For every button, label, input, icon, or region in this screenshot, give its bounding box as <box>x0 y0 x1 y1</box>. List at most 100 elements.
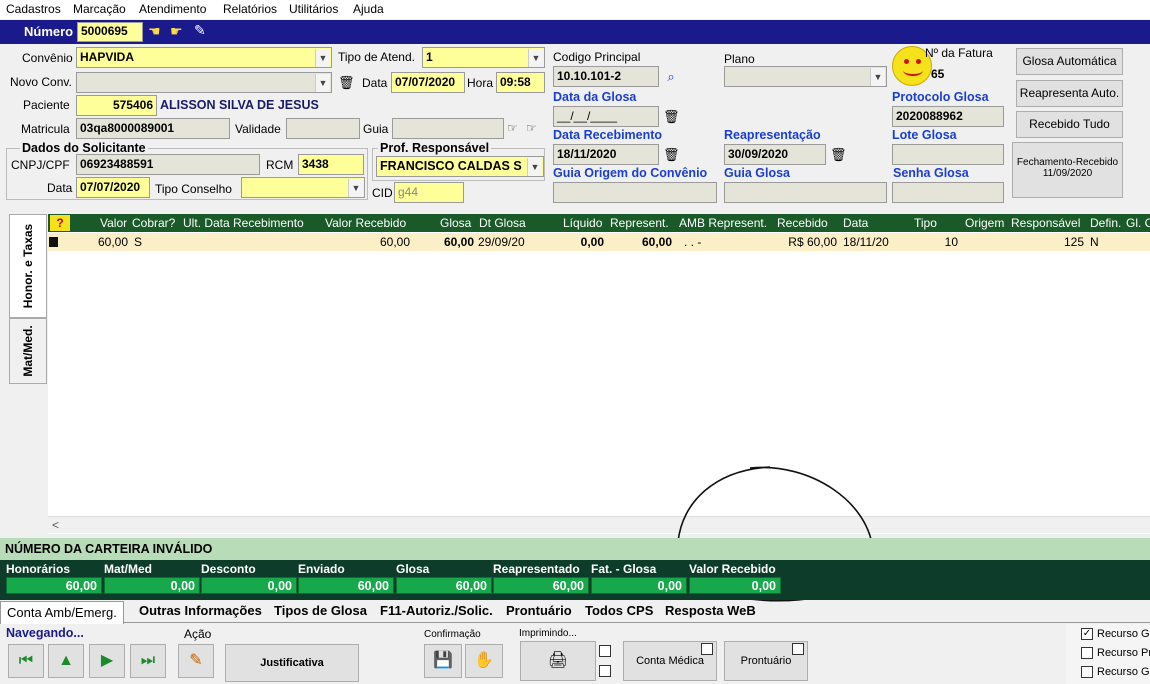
recurso-checkbox-1[interactable]: ✓ <box>1081 628 1093 640</box>
codigo-input[interactable]: 10.10.101-2 <box>553 66 659 87</box>
guia-origem-input[interactable] <box>553 182 717 203</box>
col-valor-recebido[interactable]: Valor Recebido <box>325 216 406 230</box>
col-amb-represent[interactable]: AMB Represent. <box>679 216 767 230</box>
paciente-id-input[interactable]: 575406 <box>76 95 157 116</box>
tab-conta-amb[interactable]: Conta Amb/Emerg. <box>0 601 124 624</box>
conta-medica-checkbox[interactable] <box>701 643 713 655</box>
save-icon[interactable]: 💾 <box>424 644 462 678</box>
menu-ajuda[interactable]: Ajuda <box>353 2 384 16</box>
recurso-checkbox-2[interactable] <box>1081 647 1093 659</box>
tipo-atend-select[interactable]: 1 ▼ <box>422 47 545 68</box>
tab-prontuario[interactable]: Prontuário <box>506 603 572 618</box>
chevron-down-icon[interactable]: ▼ <box>527 158 542 176</box>
cnpj-input[interactable]: 06923488591 <box>76 154 260 175</box>
tipo-conselho-select[interactable]: ▼ <box>241 177 365 198</box>
tab-mat-med[interactable]: Mat/Med. <box>9 318 47 384</box>
chevron-down-icon[interactable]: ▼ <box>348 179 363 197</box>
rcm-input[interactable]: 3438 <box>298 154 364 175</box>
chevron-down-icon[interactable]: ▼ <box>870 68 885 86</box>
previous-record-button[interactable]: ▲ <box>48 644 84 678</box>
data-glosa-input[interactable]: __/__/____ <box>553 106 659 127</box>
data-input[interactable]: 07/07/2020 <box>391 72 465 93</box>
tab-resposta-web[interactable]: Resposta WeB <box>665 603 756 618</box>
chevron-down-icon[interactable]: ▼ <box>315 74 330 92</box>
tab-outras-informacoes[interactable]: Outras Informações <box>139 603 262 618</box>
trash-icon[interactable]: 🗑 <box>830 146 847 164</box>
hora-input[interactable]: 09:58 <box>496 72 545 93</box>
data2-input[interactable]: 07/07/2020 <box>76 177 150 198</box>
reapresenta-auto-button[interactable]: Reapresenta Auto. <box>1016 80 1123 107</box>
novo-conv-select[interactable]: ▼ <box>76 72 332 93</box>
hand-pointer-icon[interactable]: ☞ <box>507 121 518 135</box>
col-gl-c[interactable]: Gl. C <box>1126 216 1150 230</box>
hand-pointer-icon[interactable]: ☛ <box>170 23 183 40</box>
tipo-atend-label: Tipo de Atend. <box>338 50 415 64</box>
glosa-automatica-button[interactable]: Glosa Automática <box>1016 48 1123 75</box>
recurso-checkbox-3[interactable] <box>1081 666 1093 678</box>
cid-input[interactable]: g44 <box>394 182 464 203</box>
justificativa-button[interactable]: Justificativa <box>225 644 359 682</box>
print-checkbox-1[interactable] <box>599 645 611 657</box>
lote-glosa-input[interactable] <box>892 144 1004 165</box>
hand-pointer-icon[interactable]: ☞ <box>526 121 537 135</box>
cancel-hand-icon[interactable]: ✋ <box>465 644 503 678</box>
col-defin[interactable]: Defin. <box>1090 216 1121 230</box>
col-glosa[interactable]: Glosa <box>440 216 471 230</box>
col-dt-glosa[interactable]: Dt Glosa <box>479 216 526 230</box>
matricula-input[interactable]: 03qa8000089001 <box>76 118 230 139</box>
cell-amb-represent: . . - <box>684 235 702 249</box>
help-icon[interactable]: ? <box>50 215 70 231</box>
trash-icon[interactable]: 🗑 <box>663 108 680 126</box>
col-tipo[interactable]: Tipo <box>914 216 937 230</box>
prontuario-checkbox[interactable] <box>792 643 804 655</box>
col-responsavel[interactable]: Responsável <box>1011 216 1080 230</box>
menu-marcacao[interactable]: Marcação <box>73 2 126 16</box>
horizontal-scrollbar[interactable]: < <box>48 516 1150 533</box>
menu-relatorios[interactable]: Relatórios <box>223 2 277 16</box>
edit-icon[interactable]: ✎ <box>194 22 206 39</box>
col-ult-data[interactable]: Ult. Data Recebimento <box>183 216 304 230</box>
next-record-button[interactable]: ▶ <box>89 644 125 678</box>
guia-input[interactable] <box>392 118 504 139</box>
edit-pencil-button[interactable]: ✎ <box>178 644 214 678</box>
guia-glosa-input[interactable] <box>724 182 887 203</box>
prof-select[interactable]: FRANCISCO CALDAS S ▼ <box>376 156 544 177</box>
table-row[interactable]: 60,00 S 60,00 60,00 29/09/20 0,00 60,00 … <box>48 233 1150 251</box>
col-represent[interactable]: Represent. <box>610 216 669 230</box>
printer-button[interactable]: 🖨 <box>520 641 596 681</box>
chevron-down-icon[interactable]: ▼ <box>528 49 543 67</box>
fechamento-recebido-button[interactable]: Fechamento-Recebido 11/09/2020 <box>1012 142 1123 198</box>
col-data[interactable]: Data <box>843 216 868 230</box>
menu-atendimento[interactable]: Atendimento <box>139 2 206 16</box>
col-valor[interactable]: Valor <box>100 216 127 230</box>
validade-input[interactable] <box>286 118 360 139</box>
col-liquido[interactable]: Líquido <box>563 216 602 230</box>
menu-utilitarios[interactable]: Utilitários <box>289 2 338 16</box>
reapresentacao-input[interactable]: 30/09/2020 <box>724 144 826 165</box>
chevron-down-icon[interactable]: ▼ <box>315 49 330 67</box>
col-cobrar[interactable]: Cobrar? <box>132 216 175 230</box>
first-record-button[interactable]: ⏮ <box>8 644 44 678</box>
tab-tipos-glosa[interactable]: Tipos de Glosa <box>274 603 367 618</box>
total-honorarios: Honorários 60,00 <box>6 562 102 594</box>
numero-input[interactable]: 5000695 <box>77 22 143 42</box>
tab-todos-cps[interactable]: Todos CPS <box>585 603 653 618</box>
protocolo-input[interactable]: 2020088962 <box>892 106 1004 127</box>
tab-honor-taxas[interactable]: Honor. e Taxas <box>9 214 47 318</box>
convenio-select[interactable]: HAPVIDA ▼ <box>76 47 332 68</box>
plano-select[interactable]: ▼ <box>724 66 887 87</box>
print-checkbox-2[interactable] <box>599 665 611 677</box>
last-record-button[interactable]: ⏭ <box>130 644 166 678</box>
tab-autoriz-solic[interactable]: F11-Autoriz./Solic. <box>380 603 493 618</box>
trash-icon[interactable]: 🗑 <box>338 74 355 92</box>
col-origem[interactable]: Origem <box>965 216 1004 230</box>
senha-glosa-input[interactable] <box>892 182 1004 203</box>
hand-pointer-icon[interactable]: ☚ <box>148 23 161 40</box>
col-recebido[interactable]: Recebido <box>777 216 828 230</box>
trash-icon[interactable]: 🗑 <box>663 146 680 164</box>
recebido-tudo-button[interactable]: Recebido Tudo <box>1016 111 1123 138</box>
binoculars-icon[interactable]: ⌕ <box>663 68 679 86</box>
menu-cadastros[interactable]: Cadastros <box>6 2 61 16</box>
data-recebimento-input[interactable]: 18/11/2020 <box>553 144 659 165</box>
chevron-left-icon[interactable]: < <box>52 518 59 532</box>
